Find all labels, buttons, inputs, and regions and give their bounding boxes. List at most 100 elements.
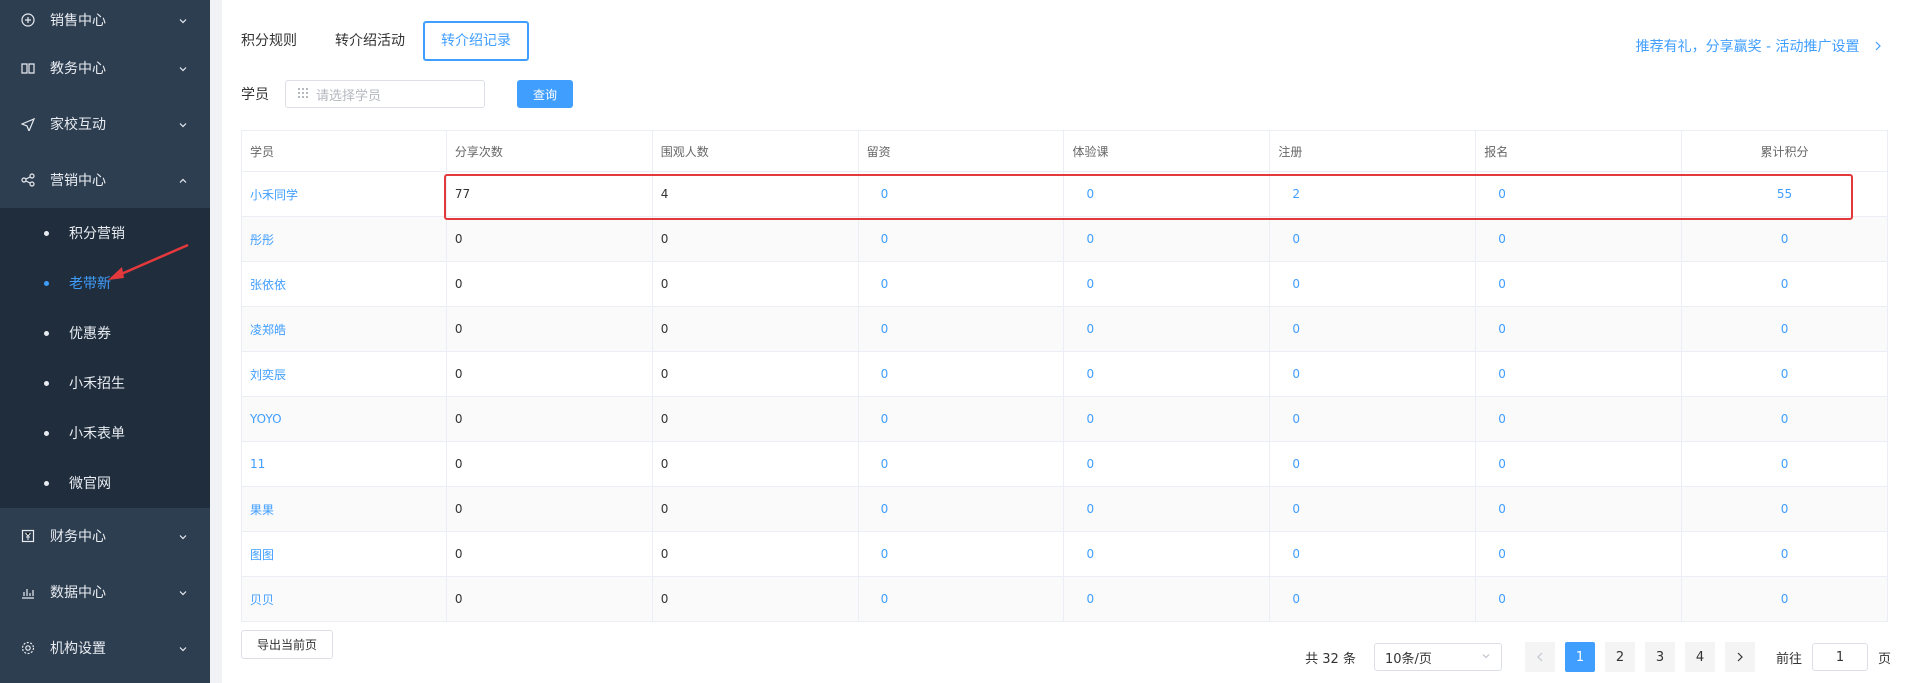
table-cell[interactable]: 0	[1475, 216, 1683, 262]
table-cell[interactable]: 0	[1269, 531, 1477, 577]
sidebar-item-settings[interactable]: 机构设置	[0, 620, 210, 676]
table-cell[interactable]: 0	[857, 441, 1065, 487]
sidebar-item-academic[interactable]: 教务中心	[0, 40, 210, 96]
table-cell[interactable]: 0	[1475, 396, 1683, 442]
table-cell[interactable]: 0	[1681, 306, 1888, 352]
student-name-link[interactable]: 11	[241, 441, 447, 487]
table-cell[interactable]: 0	[1063, 486, 1271, 532]
student-name-link[interactable]: YOYO	[241, 396, 447, 442]
table-cell[interactable]: 0	[1063, 576, 1271, 622]
table-cell[interactable]: 0	[1063, 351, 1271, 397]
table-cell[interactable]: 0	[1475, 441, 1683, 487]
table-cell[interactable]: 0	[1063, 441, 1271, 487]
sidebar-item-home-school[interactable]: 家校互动	[0, 96, 210, 152]
table-cell[interactable]: 0	[1269, 261, 1477, 307]
next-page-button[interactable]	[1724, 642, 1755, 672]
table-cell[interactable]: 0	[1269, 396, 1477, 442]
student-name-link[interactable]: 果果	[241, 486, 447, 532]
table-cell[interactable]: 0	[857, 261, 1065, 307]
table-cell[interactable]: 0	[1269, 486, 1477, 532]
table-cell[interactable]: 0	[1269, 306, 1477, 352]
table-cell[interactable]: 0	[1063, 306, 1271, 352]
student-select[interactable]: 请选择学员	[285, 80, 485, 108]
table-cell[interactable]: 0	[857, 486, 1065, 532]
table-cell: 77	[445, 171, 653, 217]
table-cell[interactable]: 0	[1681, 261, 1888, 307]
student-name-link[interactable]: 小禾同学	[241, 171, 447, 217]
table-cell[interactable]: 0	[1063, 171, 1271, 217]
column-header[interactable]: 围观人数	[651, 130, 859, 172]
table-cell[interactable]: 55	[1681, 171, 1888, 217]
student-name-link[interactable]: 凌郑皓	[241, 306, 447, 352]
finance-icon	[20, 528, 36, 544]
table-cell[interactable]: 2	[1269, 171, 1477, 217]
sidebar-item-label: 教务中心	[50, 61, 106, 77]
submenu-item-micro-site[interactable]: 微官网	[0, 458, 210, 508]
tab-referral-records[interactable]: 转介绍记录	[423, 21, 529, 61]
table-cell[interactable]: 0	[1475, 531, 1683, 577]
query-button[interactable]: 查询	[517, 80, 573, 108]
table-cell[interactable]: 0	[857, 306, 1065, 352]
goto-page-input[interactable]: 1	[1811, 643, 1868, 671]
table-cell[interactable]: 0	[857, 171, 1065, 217]
table-cell[interactable]: 0	[857, 351, 1065, 397]
table-cell[interactable]: 0	[1063, 396, 1271, 442]
table-cell[interactable]: 0	[857, 216, 1065, 262]
sidebar-item-marketing[interactable]: 营销中心	[0, 152, 210, 208]
submenu-item-enrollment[interactable]: 小禾招生	[0, 358, 210, 408]
table-cell: 0	[651, 261, 859, 307]
table-cell[interactable]: 0	[1475, 306, 1683, 352]
student-name-link[interactable]: 图图	[241, 531, 447, 577]
column-header[interactable]: 分享次数	[445, 130, 653, 172]
table-row: 凌郑皓 0 0 0 0 0 0 0	[241, 306, 1888, 352]
main-panel: 积分规则 转介绍活动 转介绍记录 推荐有礼，分享赢奖 - 活动推广设置 学员 请…	[222, 0, 1917, 683]
table-cell[interactable]: 0	[1269, 441, 1477, 487]
table-cell[interactable]: 0	[1681, 396, 1888, 442]
page-button[interactable]: 4	[1684, 642, 1715, 672]
table-cell[interactable]: 0	[1269, 351, 1477, 397]
page-size-select[interactable]: 10条/页	[1373, 643, 1502, 671]
column-header[interactable]: 累计积分	[1681, 130, 1888, 172]
table-cell[interactable]: 0	[1063, 261, 1271, 307]
table-cell[interactable]: 0	[1681, 441, 1888, 487]
sidebar-item-data[interactable]: 数据中心	[0, 564, 210, 620]
tab-points-rules[interactable]: 积分规则	[241, 21, 315, 61]
table-cell[interactable]: 0	[857, 396, 1065, 442]
table-cell[interactable]: 0	[857, 576, 1065, 622]
column-header[interactable]: 报名	[1475, 130, 1683, 172]
column-header[interactable]: 留资	[857, 130, 1065, 172]
column-header[interactable]: 学员	[241, 130, 447, 172]
sidebar-item-sales[interactable]: 销售中心	[0, 0, 210, 40]
student-name-link[interactable]: 张依依	[241, 261, 447, 307]
export-current-page-button[interactable]: 导出当前页	[241, 630, 333, 659]
column-header[interactable]: 体验课	[1063, 130, 1271, 172]
student-name-link[interactable]: 彤彤	[241, 216, 447, 262]
submenu-item-forms[interactable]: 小禾表单	[0, 408, 210, 458]
table-cell[interactable]: 0	[1475, 576, 1683, 622]
table-cell[interactable]: 0	[1475, 351, 1683, 397]
page-button[interactable]: 1	[1564, 642, 1595, 672]
prev-page-button[interactable]	[1524, 642, 1555, 672]
table-cell[interactable]: 0	[1269, 576, 1477, 622]
tab-referral-activity[interactable]: 转介绍活动	[315, 21, 423, 61]
column-header[interactable]: 注册	[1269, 130, 1477, 172]
table-cell[interactable]: 0	[857, 531, 1065, 577]
submenu-item-coupon[interactable]: 优惠券	[0, 308, 210, 358]
table-cell[interactable]: 0	[1063, 216, 1271, 262]
table-cell[interactable]: 0	[1475, 261, 1683, 307]
table-cell[interactable]: 0	[1681, 216, 1888, 262]
page-button[interactable]: 3	[1644, 642, 1675, 672]
table-cell[interactable]: 0	[1269, 216, 1477, 262]
table-cell[interactable]: 0	[1681, 576, 1888, 622]
page-button[interactable]: 2	[1604, 642, 1635, 672]
table-cell[interactable]: 0	[1681, 531, 1888, 577]
promo-settings-link[interactable]: 推荐有礼，分享赢奖 - 活动推广设置	[1636, 36, 1882, 56]
table-cell[interactable]: 0	[1063, 531, 1271, 577]
table-cell[interactable]: 0	[1475, 171, 1683, 217]
sidebar-item-finance[interactable]: 财务中心	[0, 508, 210, 564]
table-cell[interactable]: 0	[1681, 351, 1888, 397]
table-cell[interactable]: 0	[1681, 486, 1888, 532]
student-name-link[interactable]: 刘奕辰	[241, 351, 447, 397]
table-cell[interactable]: 0	[1475, 486, 1683, 532]
student-name-link[interactable]: 贝贝	[241, 576, 447, 622]
